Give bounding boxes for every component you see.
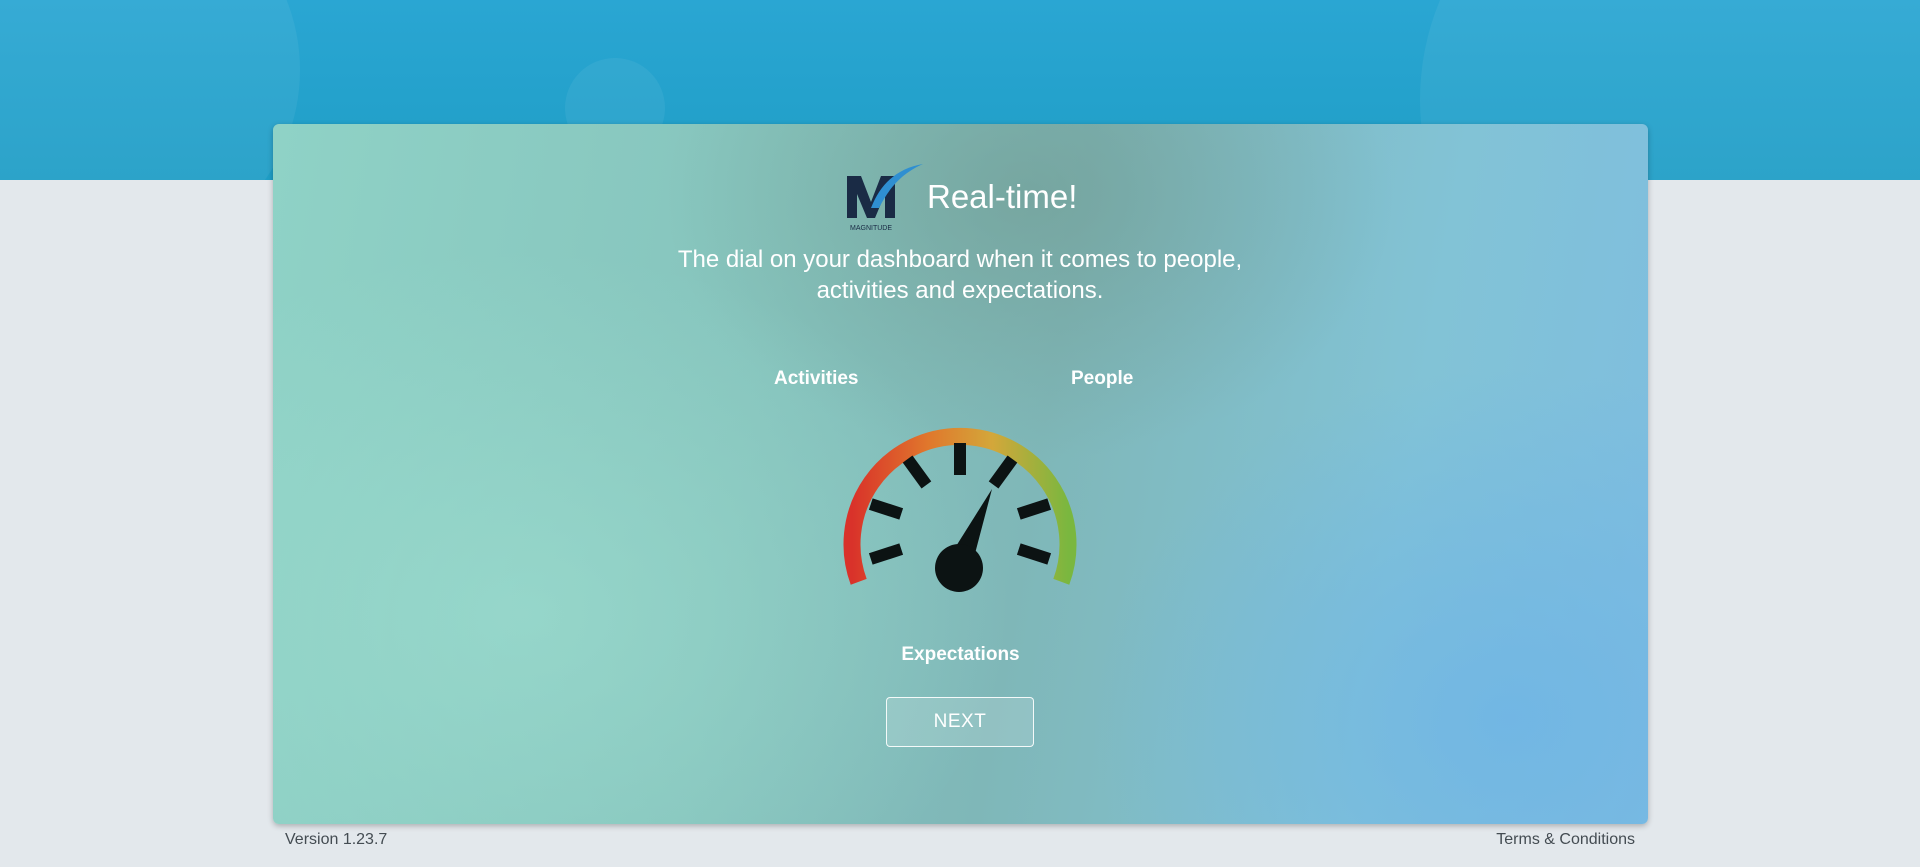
activities-label: Activities	[774, 368, 859, 389]
gauge-tick	[868, 543, 904, 565]
version-text: Version 1.23.7	[285, 831, 388, 848]
people-label: People	[1071, 368, 1134, 389]
gauge-hub	[935, 544, 983, 592]
gauge-tick	[868, 498, 904, 520]
next-button[interactable]: NEXT	[886, 697, 1034, 747]
gauge-tick	[902, 455, 932, 489]
onboarding-card: MAGNITUDE Real-time! The dial on your da…	[273, 124, 1648, 824]
page-title: Real-time!	[927, 178, 1078, 215]
magnitude-logo: MAGNITUDE	[847, 164, 923, 232]
terms-link[interactable]: Terms & Conditions	[1496, 831, 1635, 849]
page-subtitle: The dial on your dashboard when it comes…	[677, 246, 1243, 304]
gauge-tick	[1016, 543, 1052, 565]
expectations-label: Expectations	[901, 644, 1020, 665]
speedometer-icon	[843, 427, 1077, 592]
background-bubble	[0, 0, 300, 180]
gauge-tick	[954, 443, 966, 475]
gauge-tick	[988, 455, 1018, 489]
logo-wordmark: MAGNITUDE	[850, 225, 892, 232]
gauge-tick	[1016, 498, 1052, 520]
